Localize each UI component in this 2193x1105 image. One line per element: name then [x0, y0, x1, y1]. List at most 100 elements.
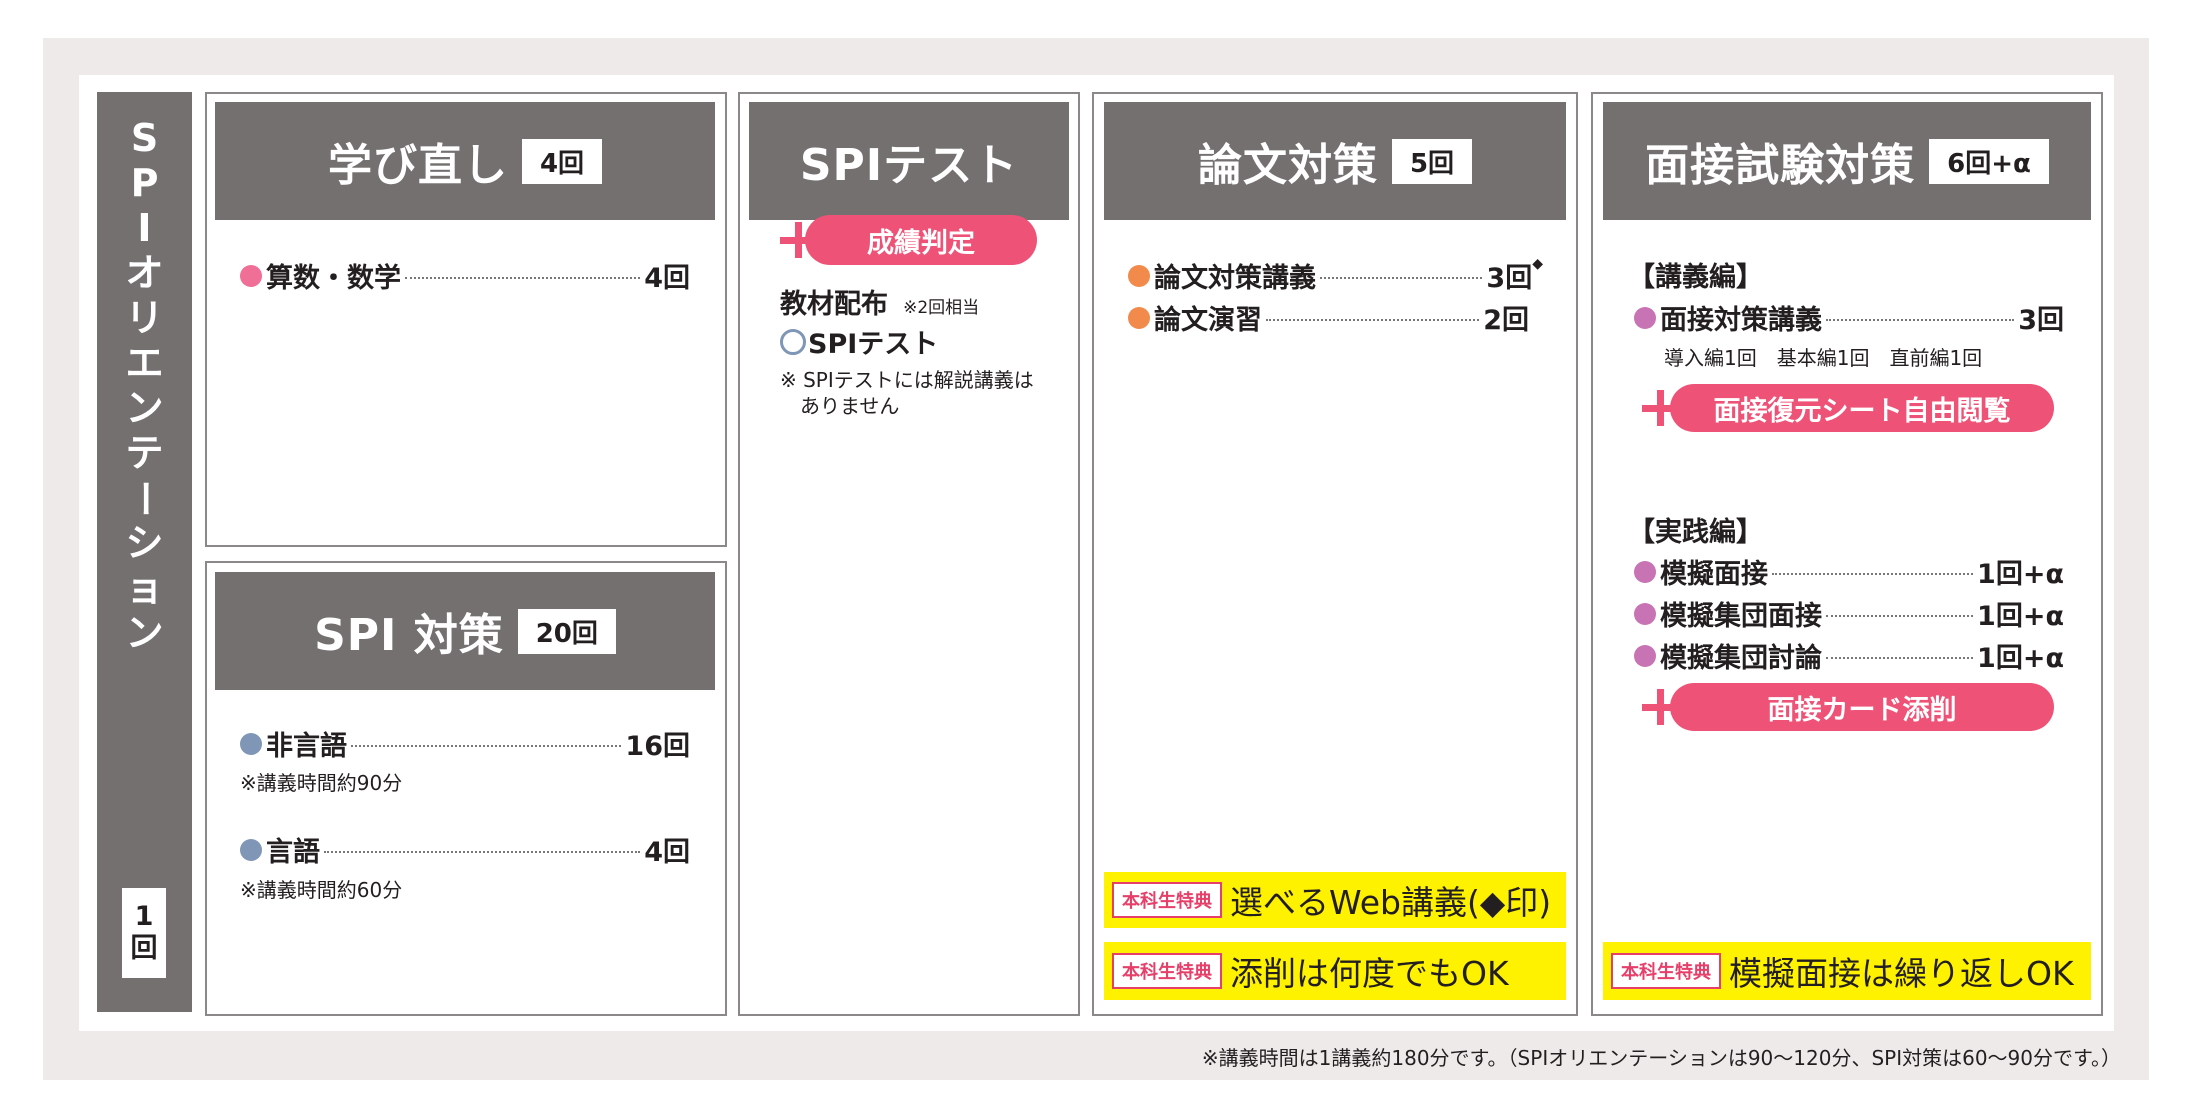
- perk-text: 模擬面接は繰り返しOK: [1729, 954, 2074, 993]
- pink-dot-icon: [240, 264, 262, 287]
- plus-icon: [780, 222, 816, 258]
- spi-taisaku-header: SPI 対策 20回: [215, 572, 715, 690]
- lecture-sub-note: 導入編1回 基本編1回 直前編1回: [1664, 346, 1983, 370]
- item-count: 4回: [644, 837, 690, 868]
- manabi-header: 学び直し 4回: [215, 102, 715, 220]
- practice-heading: 【実践編】: [1628, 517, 1763, 548]
- pill-label: 面接カード添削: [1767, 694, 1957, 726]
- dotted-leader: [1826, 614, 1974, 617]
- mensetsu-header: 面接試験対策 6回+α: [1603, 102, 2091, 220]
- spi-test-title: SPIテスト: [799, 140, 1019, 191]
- perk-tag: 本科生特典: [1112, 882, 1222, 918]
- dotted-leader: [324, 850, 641, 853]
- perk-tag: 本科生特典: [1112, 953, 1222, 989]
- pill-label: 成績判定: [867, 227, 975, 259]
- footnote: ※講義時間は1講義約180分です。（SPIオリエンテーションは90～120分、S…: [1201, 1046, 2121, 1070]
- diamond-mark: ◆: [1532, 256, 1543, 272]
- item-label: 非言語: [266, 731, 347, 762]
- orientation-title-char: ー: [122, 479, 167, 518]
- orientation-title-char: S: [130, 116, 159, 160]
- item-label: 模擬集団討論: [1660, 643, 1822, 674]
- item-count: 3回: [1486, 263, 1533, 294]
- spi-test-header: SPIテスト: [749, 102, 1069, 220]
- dotted-leader: [1266, 318, 1480, 321]
- item-count: 3回: [2018, 305, 2064, 336]
- orientation-count-badge: 1 回: [122, 888, 166, 978]
- orientation-column: SPIオリエンテーション 1 回: [97, 92, 192, 1012]
- item-label: 面接対策講義: [1660, 305, 1822, 336]
- spi-test-note-line2: ありません: [800, 394, 900, 418]
- purple-dot-icon: [1634, 602, 1656, 625]
- list-item-higengo: 非言語 16回: [240, 724, 690, 763]
- list-item-sansu: 算数・数学 4回: [240, 256, 690, 295]
- material-note: ※2回相当: [903, 298, 980, 318]
- spi-test-label: SPIテスト: [808, 329, 939, 360]
- perk-banner: 本科生特典 模擬面接は繰り返しOK: [1603, 942, 2091, 1000]
- dotted-leader: [1320, 276, 1483, 279]
- perk-tag: 本科生特典: [1611, 953, 1721, 989]
- dotted-leader: [1772, 572, 1974, 575]
- list-item-mogi-shudan-touron: 模擬集団討論 1回+α: [1634, 636, 2064, 675]
- orientation-title-char: ョ: [125, 566, 164, 610]
- item-count: 4回: [644, 263, 690, 294]
- lecture-heading: 【講義編】: [1628, 262, 1763, 293]
- perk-banner: 本科生特典 添削は何度でもOK: [1104, 942, 1566, 1000]
- dotted-leader: [1826, 318, 2015, 321]
- mensetsu-card-pill: 面接カード添削: [1670, 683, 2054, 731]
- seiseki-pill: 成績判定: [805, 215, 1037, 265]
- perk-banner: 本科生特典 選べるWeb講義(◆印): [1104, 872, 1566, 928]
- list-item-gengo: 言語 4回: [240, 830, 690, 869]
- item-count: 2回: [1483, 305, 1529, 336]
- mensetsu-title: 面接試験対策: [1645, 140, 1916, 191]
- ronbun-badge: 5回: [1391, 138, 1473, 184]
- orientation-title-char: I: [137, 206, 152, 250]
- spi-taisaku-badge: 20回: [517, 608, 616, 654]
- orientation-count-number: 1: [134, 901, 154, 932]
- item-count: 1回+α: [1977, 559, 2064, 590]
- fukugen-sheet-pill: 面接復元シート自由閲覧: [1670, 384, 2054, 432]
- item-note: ※講義時間約60分: [240, 878, 403, 902]
- orientation-title-char: ン: [125, 611, 164, 655]
- orientation-title-char: オ: [125, 251, 164, 295]
- circle-outline-icon: [780, 328, 806, 355]
- item-label: 論文対策講義: [1154, 263, 1316, 294]
- mensetsu-badge: 6回+α: [1929, 138, 2049, 184]
- dotted-leader: [351, 744, 622, 747]
- orientation-title-char: エ: [125, 341, 164, 385]
- list-item-mogi-shudan-mensetsu: 模擬集団面接 1回+α: [1634, 594, 2064, 633]
- item-label: 言語: [266, 837, 320, 868]
- dotted-leader: [405, 276, 641, 279]
- orientation-title-char: シ: [125, 521, 164, 565]
- plus-icon: [1642, 689, 1678, 725]
- item-count: 16回: [625, 731, 690, 762]
- dotted-leader: [1826, 656, 1974, 659]
- item-label: 模擬集団面接: [1660, 601, 1822, 632]
- manabi-badge: 4回: [521, 138, 603, 184]
- plus-icon: [1642, 390, 1678, 426]
- list-item-mensetsu-kougi: 面接対策講義 3回: [1634, 298, 2064, 337]
- orientation-title-char: P: [130, 161, 159, 205]
- list-item-mogi-mensetsu: 模擬面接 1回+α: [1634, 552, 2064, 591]
- ronbun-title: 論文対策: [1197, 140, 1378, 191]
- spi-test-item: SPIテスト: [780, 322, 938, 361]
- orientation-title-char: ン: [125, 386, 164, 430]
- perk-text: 添削は何度でもOK: [1230, 954, 1509, 993]
- spi-test-note-line1: ※ SPIテストには解説講義は: [780, 368, 1034, 392]
- orange-dot-icon: [1128, 264, 1150, 287]
- pill-label: 面接復元シート自由閲覧: [1713, 395, 2011, 427]
- material-line: 教材配布 ※2回相当: [780, 282, 979, 321]
- perk-text: 選べるWeb講義(◆印): [1230, 883, 1552, 922]
- list-item-ronbun-kougi: 論文対策講義 3回 ◆: [1128, 256, 1543, 295]
- purple-dot-icon: [1634, 306, 1656, 329]
- orientation-count-unit: 回: [130, 933, 158, 964]
- purple-dot-icon: [1634, 644, 1656, 667]
- item-label: 模擬面接: [1660, 559, 1768, 590]
- item-count: 1回+α: [1977, 643, 2064, 674]
- orientation-title: SPIオリエンテーション: [97, 116, 192, 656]
- material-label: 教材配布: [780, 289, 888, 320]
- orientation-title-char: リ: [125, 296, 164, 340]
- item-count: 1回+α: [1977, 601, 2064, 632]
- ronbun-header: 論文対策 5回: [1104, 102, 1566, 220]
- list-item-ronbun-enshu: 論文演習 2回: [1128, 298, 1529, 337]
- blue-dot-icon: [240, 732, 262, 755]
